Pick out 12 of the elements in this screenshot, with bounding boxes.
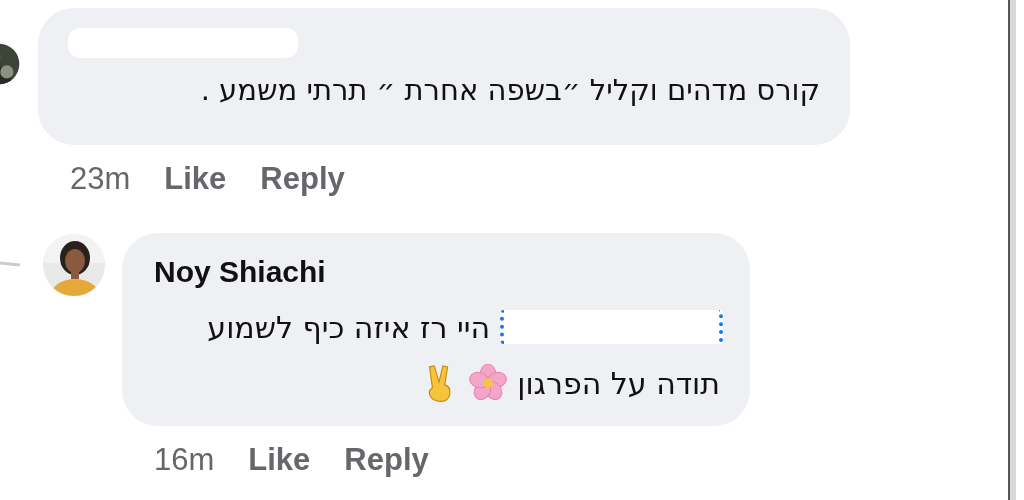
author-name[interactable]: Noy Shiachi [154,255,720,299]
comment-time: 16m [154,442,215,478]
comment-text: קורס מדהים וקליל ״בשפה אחרת ״ תרתי משמע . [200,73,820,107]
flower-icon [469,364,508,402]
comment-time: 23m [70,161,131,197]
comment-action-link[interactable]: Like [164,161,227,197]
comment-text: היי רז איזה כיף לשמוע [207,309,490,345]
comment-action-link[interactable]: Like [248,442,311,478]
comment-action-link[interactable]: Reply [260,161,345,197]
comment-text: תודה על הפרגון [517,365,720,401]
comment-action-link[interactable]: Reply [344,442,429,478]
thread-line [0,259,22,267]
